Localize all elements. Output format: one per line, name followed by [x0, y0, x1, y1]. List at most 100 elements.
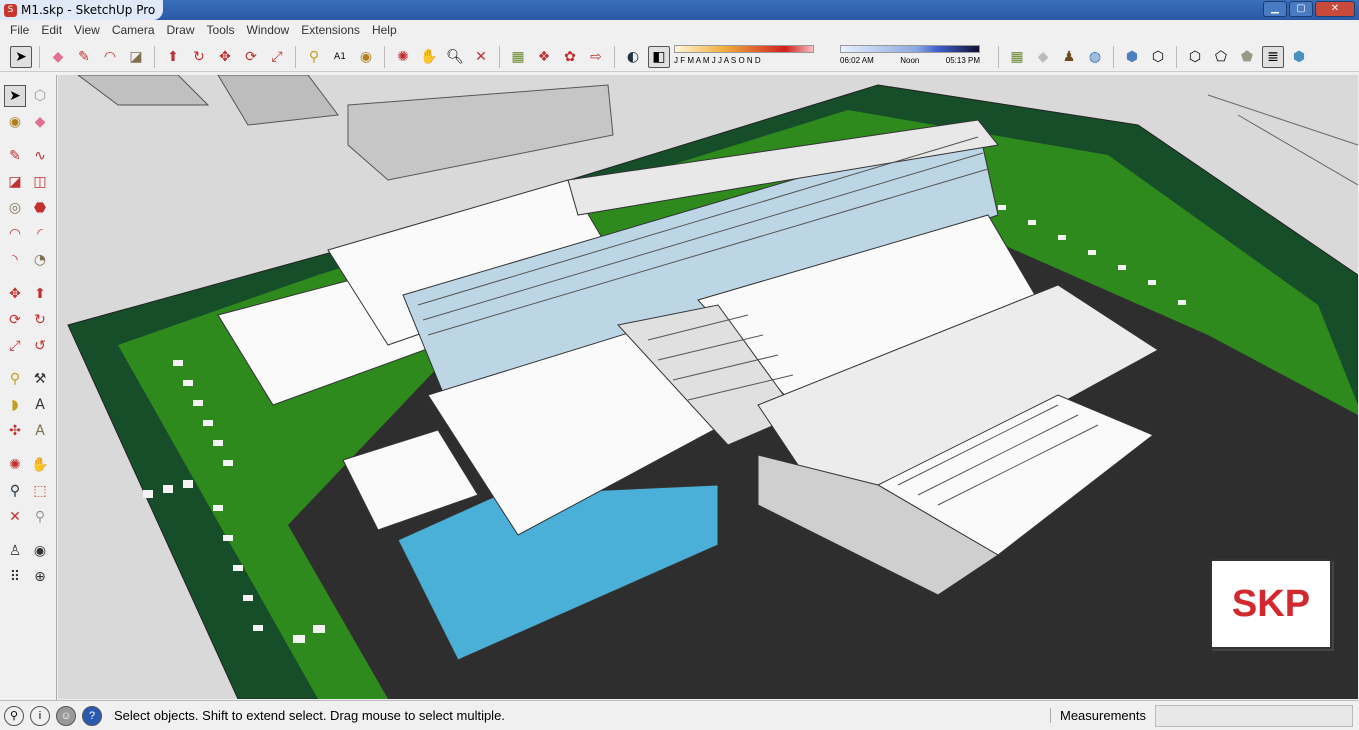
google-earth-icon[interactable]: ◍: [1084, 46, 1106, 68]
month-slider[interactable]: J F M A M J J A S O N D: [674, 44, 814, 69]
time-slider[interactable]: 06:02 AM Noon 05:13 PM: [840, 44, 980, 69]
geolocation-icon[interactable]: ⚲: [4, 705, 24, 726]
share-model-icon[interactable]: ⇨: [585, 46, 607, 68]
zoom-icon[interactable]: 🔍︎: [444, 46, 466, 68]
eraser-tool-icon[interactable]: ◆: [29, 111, 51, 133]
line-tool-icon[interactable]: ✎: [4, 145, 26, 167]
menu-edit[interactable]: Edit: [35, 23, 68, 37]
warehouse-icon[interactable]: ▦: [507, 46, 529, 68]
status-bar: ⚲ i ☺ ? Select objects. Shift to extend …: [0, 700, 1359, 730]
push-pull-icon[interactable]: ⬆: [162, 46, 184, 68]
menu-extensions[interactable]: Extensions: [295, 23, 366, 37]
offset-tool-icon[interactable]: ↺: [29, 335, 51, 357]
paint-bucket-icon[interactable]: ◉: [355, 46, 377, 68]
extension-warehouse-icon[interactable]: ✿: [559, 46, 581, 68]
menu-view[interactable]: View: [68, 23, 106, 37]
follow-me-tool-icon[interactable]: ↻: [29, 309, 51, 331]
position-camera-tool-icon[interactable]: ♙: [4, 540, 26, 562]
push-pull-tool-icon[interactable]: ⬆: [29, 283, 51, 305]
three-point-arc-tool-icon[interactable]: ◝: [4, 249, 26, 271]
xray-icon[interactable]: ⬡: [1184, 46, 1206, 68]
zoom-extents-tool-icon[interactable]: ✕: [4, 506, 26, 528]
model-viewport[interactable]: SKP: [58, 75, 1358, 699]
menu-tools[interactable]: Tools: [201, 23, 241, 37]
main-toolbar: ➤ ◆ ✎ ◠ ◪ ⬆ ↻ ✥ ⟳ ⤢ ⚲ A1 ◉ ✺ ✋ 🔍︎ ✕ ▦ ❖ …: [0, 42, 1359, 72]
walk-tool-icon[interactable]: ⠿: [4, 566, 26, 588]
add-location-icon[interactable]: ▦: [1006, 46, 1028, 68]
shaded-with-textures-icon[interactable]: ≣: [1262, 45, 1284, 68]
text-tool-icon[interactable]: A: [29, 394, 51, 416]
zoom-window-tool-icon[interactable]: ⬚: [29, 480, 51, 502]
window-title: M1.skp - SketchUp Pro: [21, 3, 156, 17]
iso-view-icon[interactable]: ⬢: [1121, 46, 1143, 68]
measurements-label: Measurements: [1050, 708, 1146, 723]
skp-watermark-logo: SKP: [1210, 559, 1332, 649]
menu-file[interactable]: File: [4, 23, 35, 37]
menu-camera[interactable]: Camera: [106, 23, 161, 37]
follow-me-icon[interactable]: ↻: [188, 46, 210, 68]
user-icon[interactable]: ☺: [56, 705, 76, 726]
axes-tool-icon[interactable]: ✣: [4, 420, 26, 442]
toggle-shadows-icon[interactable]: ◧: [648, 45, 670, 68]
menu-window[interactable]: Window: [241, 23, 296, 37]
3d-text-tool-icon[interactable]: A: [29, 420, 51, 442]
pan-tool-icon[interactable]: ✋: [29, 454, 51, 476]
model-scene: [58, 75, 1358, 699]
rotated-rectangle-tool-icon[interactable]: ◫: [29, 171, 51, 193]
zoom-tool-icon[interactable]: ⚲: [4, 480, 26, 502]
orbit-icon[interactable]: ✺: [392, 46, 414, 68]
zoom-extents-icon[interactable]: ✕: [470, 46, 492, 68]
tape-measure-tool-icon[interactable]: ⚲: [4, 368, 26, 390]
eraser-icon[interactable]: ◆: [47, 46, 69, 68]
add-3d-building-icon[interactable]: ♟: [1058, 46, 1080, 68]
arc-tool-icon[interactable]: ◠: [4, 223, 26, 245]
select-tool-icon[interactable]: ➤: [10, 45, 32, 68]
minimize-button[interactable]: ▁: [1263, 1, 1287, 17]
arc-icon[interactable]: ◠: [99, 46, 121, 68]
measurements-input[interactable]: [1155, 705, 1353, 727]
maximize-button[interactable]: ▢: [1289, 1, 1313, 17]
monochrome-icon[interactable]: ⬢: [1288, 46, 1310, 68]
close-button[interactable]: ✕: [1315, 1, 1355, 17]
menu-draw[interactable]: Draw: [161, 23, 201, 37]
pie-tool-icon[interactable]: ◔: [29, 249, 51, 271]
scale-tool-icon[interactable]: ⤢: [4, 335, 26, 357]
previous-tool-icon[interactable]: ⚲: [29, 506, 51, 528]
large-tool-set: ➤ ⬡ ◉ ◆ ✎ ∿ ◪ ◫ ◎ ⬣ ◠ ◜ ◝ ◔ ✥ ⬆ ⟳ ↻ ⤢ ↺ ⚲ ⚒ ◗ A ✣ A ✺ ✋ ⚲ ⬚ ✕ ⚲ ♙ ◉ ⠿ ⊕: [0, 75, 57, 700]
shadow-info-icon[interactable]: ◐: [622, 46, 644, 68]
shaded-icon[interactable]: ⬟: [1236, 46, 1258, 68]
hidden-line-icon[interactable]: ⬠: [1210, 46, 1232, 68]
pencil-icon[interactable]: ✎: [73, 46, 95, 68]
rotate-icon[interactable]: ⟳: [240, 46, 262, 68]
credits-icon[interactable]: i: [30, 705, 50, 726]
paint-bucket-tool-icon[interactable]: ◉: [4, 111, 26, 133]
text-icon[interactable]: A1: [329, 46, 351, 68]
scale-icon[interactable]: ⤢: [266, 46, 288, 68]
instructor-help-icon[interactable]: ?: [82, 705, 102, 726]
rectangle-icon[interactable]: ◪: [125, 46, 147, 68]
status-hint: Select objects. Shift to extend select. …: [114, 708, 505, 723]
freehand-tool-icon[interactable]: ∿: [29, 145, 51, 167]
move-tool-icon[interactable]: ✥: [4, 283, 26, 305]
toggle-terrain-icon[interactable]: ◆: [1032, 46, 1054, 68]
select-tool-icon[interactable]: ➤: [4, 85, 26, 107]
move-icon[interactable]: ✥: [214, 46, 236, 68]
rectangle-tool-icon[interactable]: ◪: [4, 171, 26, 193]
time-noon: Noon: [900, 55, 920, 65]
make-component-tool-icon[interactable]: ⬡: [29, 85, 51, 107]
pan-icon[interactable]: ✋: [418, 46, 440, 68]
protractor-tool-icon[interactable]: ◗: [4, 394, 26, 416]
section-plane-tool-icon[interactable]: ⊕: [29, 566, 51, 588]
orbit-tool-icon[interactable]: ✺: [4, 454, 26, 476]
tape-measure-icon[interactable]: ⚲: [303, 46, 325, 68]
top-view-icon[interactable]: ⬡: [1147, 46, 1169, 68]
polygon-tool-icon[interactable]: ⬣: [29, 197, 51, 219]
look-around-tool-icon[interactable]: ◉: [29, 540, 51, 562]
rotate-tool-icon[interactable]: ⟳: [4, 309, 26, 331]
components-icon[interactable]: ❖: [533, 46, 555, 68]
menu-help[interactable]: Help: [366, 23, 403, 37]
dimension-tool-icon[interactable]: ⚒: [29, 368, 51, 390]
circle-tool-icon[interactable]: ◎: [4, 197, 26, 219]
time-start: 06:02 AM: [840, 55, 874, 65]
two-point-arc-tool-icon[interactable]: ◜: [29, 223, 51, 245]
